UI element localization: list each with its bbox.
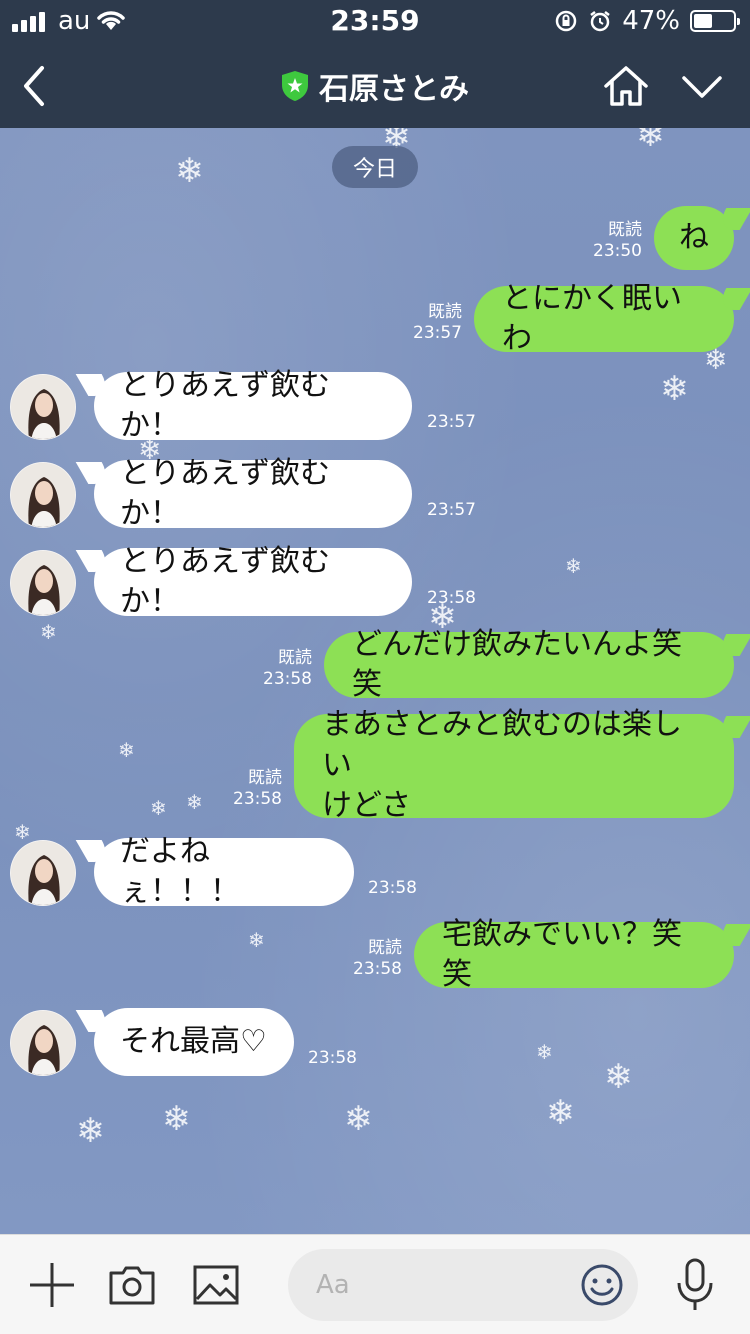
- message-time: 23:58: [353, 959, 402, 980]
- read-receipt: 既読: [278, 648, 312, 668]
- snowflake-decoration: ❄: [344, 1099, 373, 1139]
- message-meta: 既読 23:50: [580, 220, 642, 263]
- avatar-portrait-icon: [11, 463, 75, 527]
- battery-icon: [690, 10, 740, 32]
- message-input-placeholder: Aa: [316, 1270, 350, 1300]
- message-text: それ最高♡: [120, 1023, 267, 1059]
- avatar-portrait-icon: [11, 375, 75, 439]
- message-bubble-outgoing[interactable]: まあさとみと飲むのは楽しい けどさ: [294, 707, 734, 823]
- message-text-line-2: けどさ: [322, 788, 412, 824]
- read-receipt: 既読: [368, 938, 402, 958]
- message-time: 23:58: [233, 789, 282, 810]
- message-time: 23:57: [413, 323, 462, 344]
- message-meta: 既読 23:58: [254, 648, 312, 691]
- contact-avatar[interactable]: [10, 374, 76, 440]
- chat-message-area[interactable]: ❄ ❄ ❄ ❄ ❄ ❄ ❄ ❄ ❄ ❄ ❄ ❄ ❄ ❄ ❄ ❄ ❄ ❄ ❄ ❄ …: [0, 128, 750, 1234]
- snowflake-decoration: ❄: [76, 1111, 105, 1151]
- date-separator: 今日: [332, 146, 418, 188]
- message-text: だよねぇ！！！: [120, 833, 240, 910]
- message-text: どんだけ飲みたいんよ笑笑: [352, 626, 682, 703]
- message-bubble-incoming[interactable]: だよねぇ！！！: [94, 834, 354, 909]
- line-chat-screen: au 23:59 47% 石原さとみ ❄ ❄ ❄ ❄ ❄ ❄ ❄ ❄ ❄ ❄ ❄…: [0, 0, 750, 1334]
- message-bubble-incoming[interactable]: それ最高♡: [94, 1008, 294, 1076]
- chat-title[interactable]: 石原さとみ: [319, 64, 469, 108]
- battery-percent: 47%: [622, 6, 680, 36]
- status-right-group: 47%: [554, 6, 740, 36]
- message-bubble-outgoing[interactable]: 宅飲みでいい？笑笑: [414, 917, 734, 992]
- snowflake-decoration: ❄: [14, 820, 31, 844]
- snowflake-decoration: ❄: [150, 796, 167, 820]
- snowflake-decoration: ❄: [546, 1093, 575, 1133]
- snowflake-decoration: ❄: [162, 1099, 191, 1139]
- header-bar: au 23:59 47% 石原さとみ: [0, 0, 750, 128]
- avatar-portrait-icon: [11, 1011, 75, 1075]
- read-receipt: 既読: [428, 302, 462, 322]
- status-bar: au 23:59 47%: [0, 0, 750, 40]
- snowflake-decoration: ❄: [186, 790, 203, 814]
- message-input-bar: Aa: [0, 1234, 750, 1334]
- snowflake-decoration: ❄: [248, 928, 265, 952]
- message-text: 宅飲みでいい？笑笑: [442, 916, 682, 993]
- message-bubble-outgoing[interactable]: どんだけ飲みたいんよ笑笑: [324, 627, 734, 702]
- message-meta: 既読 23:58: [344, 938, 402, 981]
- contact-avatar[interactable]: [10, 1010, 76, 1076]
- message-bubble-outgoing[interactable]: とにかく眠いわ: [474, 281, 734, 356]
- read-receipt: 既読: [608, 220, 642, 240]
- snowflake-decoration: ❄: [536, 1040, 553, 1064]
- message-text: とりあえず飲むか！: [120, 367, 330, 444]
- snowflake-decoration: ❄: [604, 1057, 633, 1097]
- sticker-button[interactable]: [580, 1263, 624, 1307]
- read-receipt: 既読: [248, 768, 282, 788]
- contact-avatar[interactable]: [10, 462, 76, 528]
- message-time: 23:58: [427, 588, 476, 608]
- message-text-line-1: まあさとみと飲むのは楽しい: [322, 707, 682, 783]
- message-text: とりあえず飲むか！: [120, 543, 330, 620]
- message-text: ね: [679, 219, 709, 255]
- snowflake-decoration: ❄: [660, 369, 689, 409]
- plus-button[interactable]: [28, 1261, 76, 1309]
- message-input[interactable]: Aa: [288, 1249, 638, 1321]
- message-time: 23:57: [427, 412, 476, 432]
- message-meta: 既読 23:58: [224, 768, 282, 811]
- snowflake-decoration: ❄: [636, 128, 665, 155]
- message-bubble-incoming[interactable]: とりあえず飲むか！: [94, 368, 412, 443]
- message-meta: 既読 23:57: [404, 302, 462, 345]
- camera-button[interactable]: [108, 1261, 156, 1309]
- message-time: 23:50: [593, 241, 642, 262]
- image-button[interactable]: [192, 1261, 240, 1309]
- alarm-icon: [590, 11, 610, 32]
- message-text: とりあえず飲むか！: [120, 455, 330, 532]
- snowflake-decoration: ❄: [565, 554, 582, 578]
- snowflake-decoration: ❄: [118, 738, 135, 762]
- message-time: 23:58: [308, 1048, 357, 1068]
- menu-dropdown-button[interactable]: [680, 72, 724, 102]
- avatar-portrait-icon: [11, 841, 75, 905]
- message-bubble-incoming[interactable]: とりあえず飲むか！: [94, 544, 412, 619]
- home-button[interactable]: [602, 64, 650, 108]
- contact-avatar[interactable]: [10, 550, 76, 616]
- shield-star-icon: [282, 71, 308, 101]
- rotation-lock-icon: [555, 10, 577, 32]
- message-bubble-incoming[interactable]: とりあえず飲むか！: [94, 456, 412, 531]
- message-text: とにかく眠いわ: [502, 280, 682, 357]
- snowflake-decoration: ❄: [40, 620, 57, 644]
- message-time: 23:58: [263, 669, 312, 690]
- message-bubble-outgoing[interactable]: ね: [654, 206, 734, 270]
- microphone-button[interactable]: [672, 1257, 718, 1313]
- message-time: 23:58: [368, 878, 417, 898]
- contact-avatar[interactable]: [10, 840, 76, 906]
- message-time: 23:57: [427, 500, 476, 520]
- avatar-portrait-icon: [11, 551, 75, 615]
- snowflake-decoration: ❄: [175, 151, 204, 191]
